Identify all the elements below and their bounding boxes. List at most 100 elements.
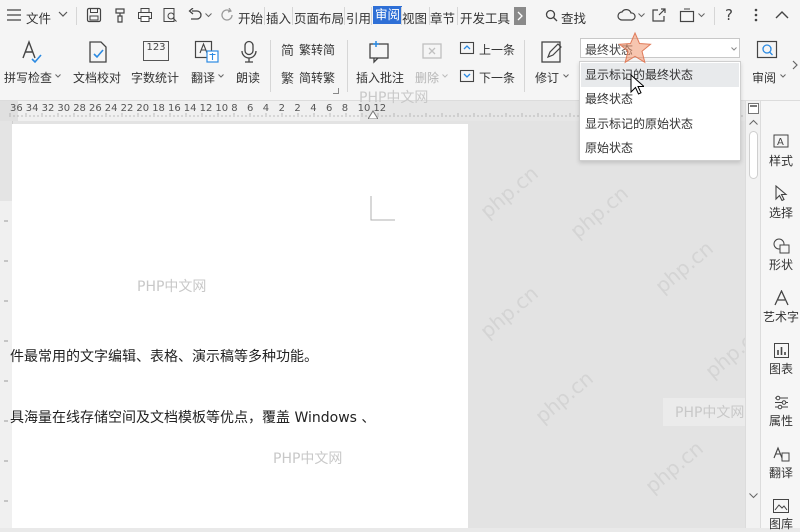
panel-chart[interactable]: 图表 [761, 360, 800, 377]
chevron-down-icon[interactable] [731, 47, 737, 51]
previous-comment-button[interactable]: 上一条 [479, 41, 515, 58]
chevron-down-icon[interactable] [55, 74, 61, 78]
delete-button[interactable]: 删除 [415, 69, 439, 86]
properties-icon[interactable] [774, 395, 789, 410]
scroll-ribbon-right-icon[interactable] [792, 60, 798, 70]
format-painter-icon[interactable] [113, 7, 129, 23]
print-icon[interactable] [137, 7, 153, 23]
tab-view[interactable]: 视图 [402, 8, 427, 27]
tab-section[interactable]: 章节 [430, 8, 455, 27]
scroll-up-icon[interactable] [749, 119, 758, 125]
insert-comment-icon[interactable] [367, 40, 391, 64]
file-menu[interactable]: 文件 [26, 8, 51, 27]
trad-to-simp-icon[interactable]: 简 [281, 40, 294, 59]
word-art-icon[interactable] [774, 290, 789, 306]
undo-dropdown-icon[interactable] [205, 13, 212, 18]
panel-word-art[interactable]: 艺术字 [761, 308, 800, 325]
help-icon[interactable]: ? [725, 6, 733, 24]
save-icon[interactable] [86, 7, 102, 23]
margin-corner-marker [370, 196, 396, 222]
simp-to-trad-button[interactable]: 简转繁 [299, 69, 335, 86]
shapes-icon[interactable] [773, 238, 790, 254]
markup-display-dropdown: 显示标记的最终状态 最终状态 显示标记的原始状态 原始状态 [579, 61, 741, 161]
tools-icon[interactable] [679, 7, 695, 23]
chart-icon[interactable] [774, 343, 789, 358]
word-count-icon[interactable]: 123 [143, 41, 169, 61]
tab-home[interactable]: 开始 [238, 8, 263, 27]
undo-icon[interactable] [187, 8, 203, 22]
document-text-line[interactable]: 具海量在线存储空间及文档模板等优点，覆盖 Windows 、 [10, 407, 375, 427]
insert-comment-button[interactable]: 插入批注 [356, 69, 404, 86]
spell-check-button[interactable]: 拼写检查 [4, 69, 52, 86]
tab-page-layout[interactable]: 页面布局 [294, 8, 344, 27]
word-count-button[interactable]: 字数统计 [131, 69, 179, 86]
microphone-icon[interactable] [239, 40, 259, 64]
ruler-number: 26 [89, 103, 102, 114]
read-aloud-button[interactable]: 朗读 [236, 69, 260, 86]
cloud-sync-icon[interactable] [617, 8, 637, 22]
trad-to-simp-button[interactable]: 繁转简 [299, 41, 335, 58]
document-proofread-icon[interactable] [86, 40, 110, 64]
scrollbar-thumb[interactable] [749, 131, 758, 179]
dropdown-option-final-with-markup[interactable]: 显示标记的最终状态 [581, 63, 739, 87]
ruler-toggle-icon[interactable] [748, 103, 759, 114]
panel-translate[interactable]: 翻译 [761, 464, 800, 481]
select-cursor-icon[interactable] [775, 185, 788, 201]
translate-icon[interactable] [194, 40, 220, 64]
panel-gallery[interactable]: 图库 [761, 515, 800, 532]
panel-shapes[interactable]: 形状 [761, 256, 800, 273]
panel-properties[interactable]: 属性 [761, 412, 800, 429]
more-options-icon[interactable] [754, 8, 758, 22]
vertical-scrollbar[interactable] [745, 101, 761, 528]
search-icon[interactable] [545, 9, 558, 22]
review-button[interactable]: 审阅 [752, 69, 776, 86]
share-icon[interactable] [651, 7, 667, 23]
ruler-number: 4 [310, 103, 317, 114]
indent-marker[interactable] [368, 110, 378, 119]
next-comment-button[interactable]: 下一条 [479, 69, 515, 86]
review-pane-icon[interactable] [756, 40, 778, 64]
print-preview-icon[interactable] [162, 7, 178, 23]
watermark: PHP中文网 [663, 398, 757, 426]
dialog-launcher-icon[interactable] [333, 88, 339, 94]
translate-button[interactable]: 翻译 [191, 69, 215, 86]
dropdown-option-original[interactable]: 原始状态 [581, 136, 739, 160]
tab-review[interactable]: 审阅 [373, 6, 403, 24]
spell-check-icon[interactable] [20, 40, 44, 64]
ruler-number: 2 [278, 103, 285, 114]
document-page[interactable]: 件最常用的文字编辑、表格、演示稿等多种功能。 具海量在线存储空间及文档模板等优点… [10, 124, 468, 528]
gallery-icon[interactable] [773, 499, 789, 513]
tab-references[interactable]: 引用 [346, 8, 371, 27]
delete-comment-icon[interactable] [420, 40, 444, 64]
cloud-dropdown-icon[interactable] [638, 13, 645, 18]
document-proofread-button[interactable]: 文档校对 [73, 69, 121, 86]
chevron-down-icon[interactable] [563, 74, 569, 78]
dropdown-option-final[interactable]: 最终状态 [581, 87, 739, 111]
next-comment-icon[interactable] [459, 69, 475, 83]
tab-insert[interactable]: 插入 [266, 8, 291, 27]
chevron-down-icon[interactable] [58, 11, 68, 18]
scroll-down-icon[interactable] [749, 493, 758, 499]
dropdown-option-original-with-markup[interactable]: 显示标记的原始状态 [581, 112, 739, 136]
collapse-ribbon-icon[interactable] [775, 10, 789, 19]
redo-icon[interactable] [221, 8, 235, 22]
search-label[interactable]: 查找 [561, 8, 586, 27]
translate-icon[interactable] [773, 446, 790, 462]
panel-select[interactable]: 选择 [761, 204, 800, 221]
chevron-down-icon[interactable] [442, 74, 448, 78]
more-tabs-button[interactable] [514, 7, 526, 25]
simp-to-trad-icon[interactable]: 繁 [281, 68, 294, 87]
document-text-line[interactable]: 件最常用的文字编辑、表格、演示稿等多种功能。 [10, 346, 318, 366]
tools-dropdown-icon[interactable] [698, 13, 705, 18]
chevron-down-icon[interactable] [218, 74, 224, 78]
hamburger-icon[interactable] [7, 9, 21, 21]
chevron-down-icon[interactable] [780, 74, 786, 78]
track-changes-button[interactable]: 修订 [535, 69, 559, 86]
track-changes-icon[interactable] [540, 40, 564, 64]
mouse-cursor-icon [630, 74, 644, 96]
styles-icon[interactable]: A [773, 133, 789, 149]
markup-display-select[interactable]: 最终状态 [580, 38, 740, 58]
tab-developer[interactable]: 开发工具 [460, 8, 510, 27]
previous-comment-icon[interactable] [459, 41, 475, 55]
panel-styles[interactable]: 样式 [761, 152, 800, 169]
